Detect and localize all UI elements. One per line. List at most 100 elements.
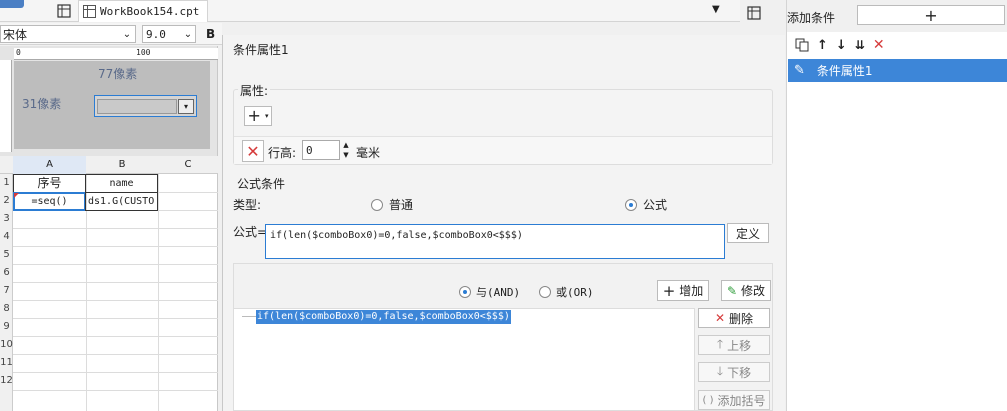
radio-selected-icon (625, 198, 637, 211)
copy-icon[interactable] (795, 38, 809, 52)
add-attribute-button[interactable]: + ▾ (244, 106, 272, 126)
or-radio[interactable]: 或(OR) (539, 284, 594, 300)
arrow-down-icon[interactable]: ↓ (836, 38, 847, 53)
grid-line (13, 372, 218, 373)
row-height-unit: 毫米 (356, 146, 381, 160)
column-header-c[interactable]: C (158, 156, 218, 174)
cell-b2[interactable]: ds1.G(CUSTO (85, 192, 158, 211)
tab-workbook[interactable]: WorkBook154.cpt (78, 0, 208, 22)
condition-list[interactable]: if(len($comboBox0)=0,false,$comboBox0<$$… (233, 308, 695, 411)
row-number-4[interactable]: 4 (0, 231, 13, 242)
row-height-input[interactable]: 0 (302, 140, 340, 160)
dropdown-arrow-icon[interactable]: ▼ (712, 4, 720, 15)
designer-area: 0 100 77像素 31像素 ▾ (0, 46, 218, 156)
modify-condition-button[interactable]: ✎ 修改 (721, 280, 771, 301)
combobox-dropdown-icon[interactable]: ▾ (178, 99, 194, 114)
width-label: 77像素 (98, 67, 138, 81)
delete-condition-button[interactable]: ✕ 删除 (698, 308, 770, 328)
row-number-1[interactable]: 1 (0, 177, 13, 188)
column-header-b[interactable]: B (86, 156, 158, 174)
font-name-value: 宋体 (3, 27, 28, 42)
remove-attribute-button[interactable]: ✕ (242, 140, 264, 162)
attribute-group: 属性: + ▾ ✕ 行高: 0 ▲ ▼ 毫米 (233, 82, 773, 165)
plus-icon: + (247, 106, 261, 125)
dialog-title: 条件属性1 (233, 43, 289, 57)
row-number-3[interactable]: 3 (0, 213, 13, 224)
row-number-7[interactable]: 7 (0, 285, 13, 296)
add-condition-panel-button[interactable]: + (857, 5, 1005, 25)
type-formula-label: 公式 (643, 198, 668, 212)
pencil-icon: ✎ (794, 63, 805, 78)
vertical-ruler (0, 60, 12, 152)
modify-button-label: 修改 (741, 284, 766, 298)
chevron-down-icon[interactable]: ⌄ (181, 29, 195, 40)
move-down-button[interactable]: 🡓 下移 (698, 362, 770, 382)
font-name-select[interactable]: 宋体 ⌄ (0, 25, 136, 43)
row-number-8[interactable]: 8 (0, 303, 13, 314)
ruler-zero: 0 (16, 48, 21, 57)
type-normal-radio[interactable]: 普通 (371, 196, 413, 213)
grid-line (13, 336, 218, 337)
panel-toolbar: ↑ ↓ ⇊ ✕ (787, 32, 1007, 58)
row-number-9[interactable]: 9 (0, 321, 13, 332)
move-up-button[interactable]: 🡑 上移 (698, 335, 770, 355)
panel-grid-icon[interactable] (746, 5, 762, 21)
row-number-6[interactable]: 6 (0, 267, 13, 278)
font-size-select[interactable]: 9.0 ⌄ (142, 25, 196, 43)
grid-icon[interactable] (56, 3, 72, 19)
row-number-5[interactable]: 5 (0, 249, 13, 260)
and-radio[interactable]: 与(AND) (459, 284, 520, 300)
cell-b1[interactable]: name (85, 174, 158, 193)
define-button[interactable]: 定义 (727, 223, 769, 243)
grid-line (13, 228, 218, 229)
grid-line (13, 300, 218, 301)
bold-button[interactable]: B (206, 27, 215, 41)
design-canvas[interactable]: 77像素 31像素 ▾ (14, 61, 210, 149)
column-header-a[interactable]: A (13, 156, 86, 174)
font-size-value: 9.0 (146, 27, 166, 41)
close-icon[interactable]: ✕ (873, 37, 885, 53)
cell-a2[interactable]: =seq() (13, 192, 86, 211)
grid-line (13, 390, 218, 391)
arrow-up-icon[interactable]: ↑ (817, 38, 828, 53)
combobox-widget[interactable]: ▾ (94, 95, 197, 117)
type-label: 类型: (233, 198, 262, 212)
chevron-down-icon[interactable]: ⌄ (119, 29, 135, 40)
add-bracket-label: 添加括号 (717, 393, 766, 408)
define-button-label: 定义 (735, 226, 760, 241)
combobox-input (97, 99, 177, 114)
close-icon: ✕ (246, 141, 260, 161)
background-toolbar (222, 23, 740, 35)
formula-section-label: 公式条件 (237, 177, 286, 191)
radio-selected-icon (459, 286, 471, 298)
condition-list-item-selected[interactable]: ✎ 条件属性1 (788, 59, 1007, 82)
add-bracket-button[interactable]: ( ) 添加括号 (698, 390, 770, 410)
condition-list-item[interactable]: if(len($comboBox0)=0,false,$comboBox0<$$… (256, 310, 511, 324)
spin-up-icon[interactable]: ▲ (340, 140, 352, 150)
menu-icon[interactable] (0, 0, 24, 8)
type-formula-radio[interactable]: 公式 (625, 196, 667, 213)
row-number-12[interactable]: 12 (0, 375, 13, 386)
condition-dialog: 条件属性1 属性: + ▾ ✕ 行高: 0 ▲ ▼ 毫米 公式条件 类型: 普通 公… (222, 35, 785, 411)
radio-icon (539, 286, 551, 298)
row-height-spinner[interactable]: ▲ ▼ (340, 140, 352, 160)
row-number-2[interactable]: 2 (0, 195, 13, 206)
spin-down-icon[interactable]: ▼ (340, 150, 352, 160)
row-number-10[interactable]: 10 (0, 339, 13, 350)
spreadsheet: A B C 1 2 3 4 5 6 7 8 9 10 11 12 序号 name… (0, 156, 218, 411)
plus-icon: + (924, 5, 938, 25)
move-bottom-icon[interactable]: ⇊ (855, 38, 865, 52)
workbook-icon (83, 5, 96, 18)
grid-line (13, 282, 218, 283)
move-up-label: 上移 (727, 338, 752, 353)
formula-input[interactable]: if(len($comboBox0)=0,false,$comboBox0<$$… (265, 224, 725, 259)
row-number-11[interactable]: 11 (0, 357, 13, 368)
right-side-strip (740, 0, 786, 35)
row-height-label: 行高: (268, 146, 297, 160)
attribute-section-label: 属性: (238, 82, 271, 99)
delete-button-label: 删除 (729, 311, 754, 326)
tab-title: WorkBook154.cpt (100, 5, 200, 18)
formula-label: 公式= (233, 225, 268, 239)
add-condition-button[interactable]: + 增加 (657, 280, 709, 301)
cell-a1[interactable]: 序号 (13, 174, 86, 193)
